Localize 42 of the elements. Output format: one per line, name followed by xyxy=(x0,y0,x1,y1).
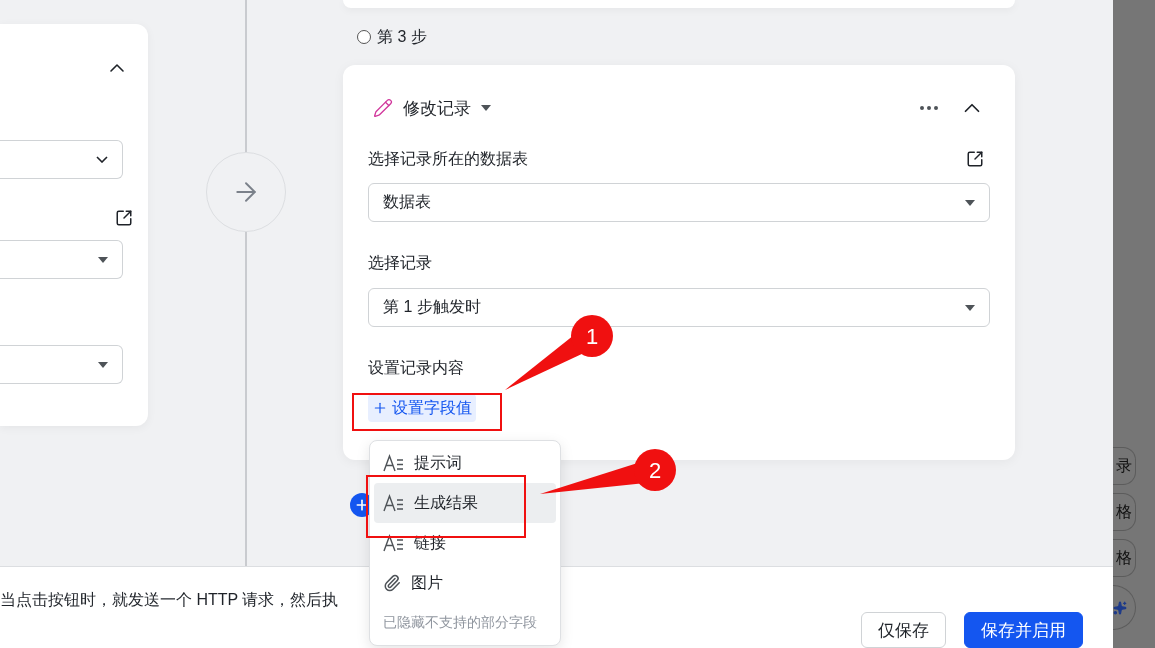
select-field[interactable] xyxy=(0,140,123,179)
caret-down-icon xyxy=(98,256,108,263)
step-dot-icon xyxy=(357,30,371,44)
record-select[interactable]: 第 1 步触发时 xyxy=(368,288,990,327)
step-label: 第 3 步 xyxy=(377,26,427,47)
save-button[interactable]: 仅保存 xyxy=(861,612,946,648)
menu-item-label: 生成结果 xyxy=(414,492,478,513)
text-field-icon xyxy=(383,494,404,512)
side-button[interactable]: 录 xyxy=(1113,447,1136,485)
caret-down-icon xyxy=(965,199,975,206)
menu-note: 已隐藏不支持的部分字段 xyxy=(382,613,538,632)
field-label: 选择记录所在的数据表 xyxy=(368,148,528,169)
menu-item[interactable]: 生成结果 xyxy=(374,483,556,523)
select-field[interactable] xyxy=(0,240,123,279)
callout-number: 2 xyxy=(648,458,662,483)
external-link-icon[interactable] xyxy=(966,150,984,168)
callout-number: 1 xyxy=(585,324,599,349)
action-title[interactable]: 修改记录 xyxy=(403,96,471,120)
field-label: 选择记录 xyxy=(368,252,432,273)
add-field-button[interactable]: 设置字段值 xyxy=(368,394,476,422)
menu-item[interactable]: 提示词 xyxy=(374,443,556,483)
text-field-icon xyxy=(383,454,404,472)
caret-down-icon xyxy=(481,105,491,111)
caret-down-icon xyxy=(965,304,975,311)
side-button[interactable]: 格 xyxy=(1113,493,1136,531)
select-field[interactable] xyxy=(0,345,123,384)
side-button[interactable]: 格 xyxy=(1113,539,1136,577)
text-field-icon xyxy=(383,534,404,552)
table-select[interactable]: 数据表 xyxy=(368,183,990,222)
chevron-down-icon xyxy=(96,156,108,163)
plus-icon xyxy=(372,400,388,416)
field-label: 设置记录内容 xyxy=(368,357,464,378)
paperclip-icon xyxy=(383,574,401,592)
menu-item-label: 图片 xyxy=(411,572,443,593)
caret-down-icon xyxy=(98,361,108,368)
sparkle-icon xyxy=(1113,600,1127,615)
menu-item-label: 提示词 xyxy=(414,452,462,473)
menu-item[interactable]: 图片 xyxy=(374,563,556,603)
workflow-description: 当点击按钮时，就发送一个 HTTP 请求，然后执 xyxy=(0,590,340,610)
pencil-icon xyxy=(373,98,393,118)
save-and-enable-button[interactable]: 保存并启用 xyxy=(964,612,1083,648)
external-link-icon[interactable] xyxy=(115,209,133,227)
